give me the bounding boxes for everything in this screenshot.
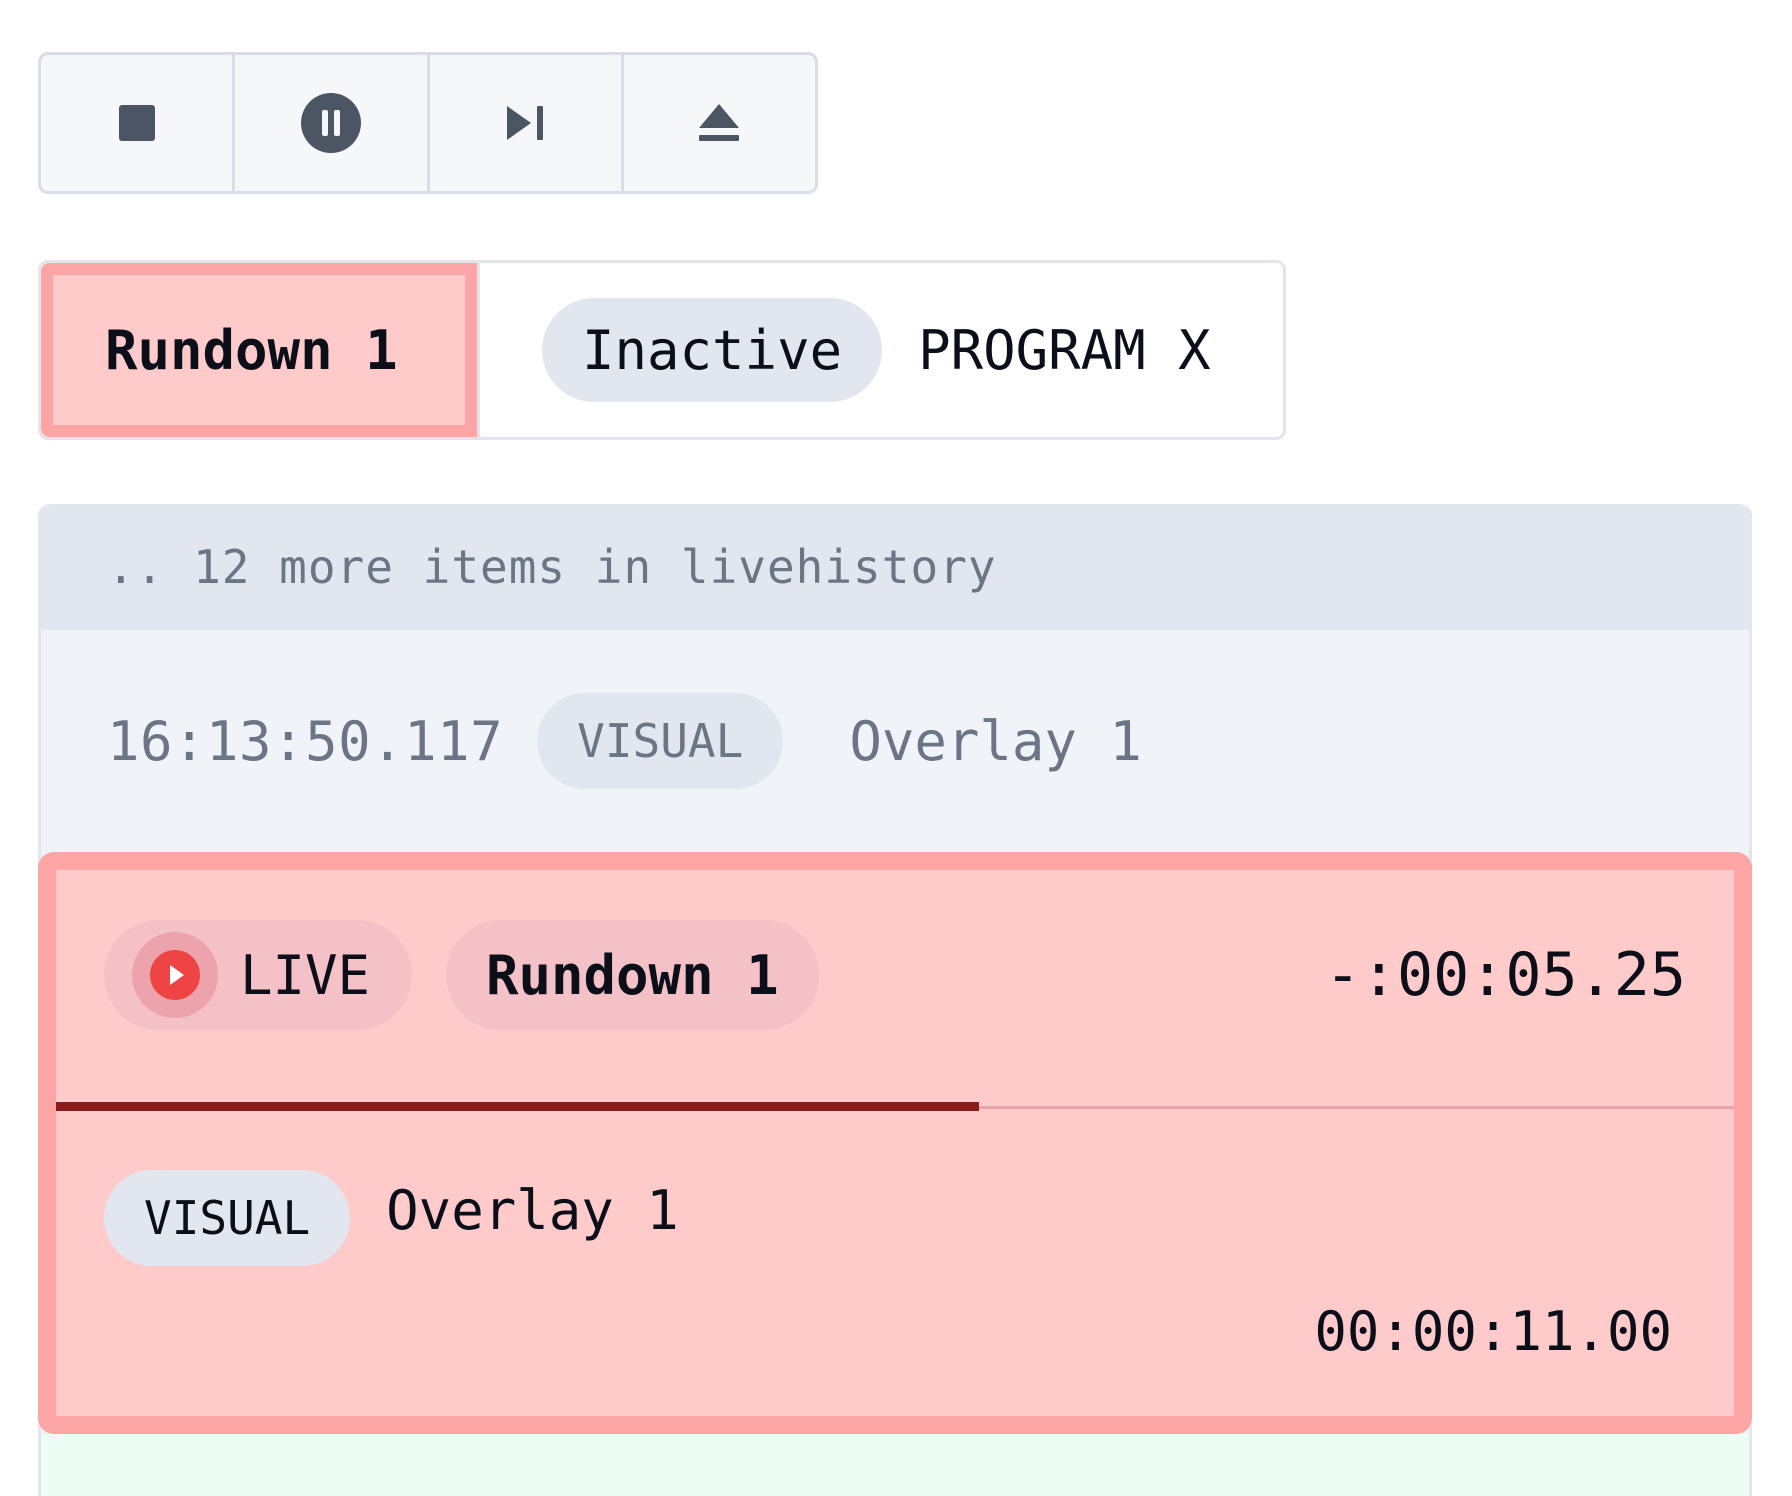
rundown-tab-bar: Rundown 1 Inactive PROGRAM X — [38, 260, 1286, 440]
live-item-card: LIVE Rundown 1 -:00:05.25 VISUAL Overlay… — [38, 852, 1752, 1434]
live-badge[interactable]: LIVE — [104, 920, 412, 1030]
countdown-timer: -:00:05.25 — [1324, 940, 1686, 1010]
history-row-tag: VISUAL — [537, 693, 784, 789]
tab-divider — [477, 263, 480, 437]
progress-track — [56, 1102, 1734, 1111]
live-item-row[interactable]: VISUAL Overlay 1 — [104, 1170, 679, 1266]
stop-icon — [118, 105, 155, 141]
stop-button[interactable] — [41, 55, 236, 191]
history-row-title: Overlay 1 — [849, 709, 1142, 773]
history-row-time: 16:13:50.117 — [107, 709, 504, 773]
live-rundown-pill[interactable]: Rundown 1 — [446, 920, 819, 1030]
live-item-title: Overlay 1 — [386, 1178, 679, 1242]
progress-fill — [56, 1102, 979, 1111]
transport-toolbar — [38, 52, 818, 194]
history-more-items[interactable]: .. 12 more items in livehistory — [41, 504, 1749, 630]
pause-button[interactable] — [235, 55, 430, 191]
live-item-duration: 00:00:11.00 — [1314, 1300, 1672, 1363]
inactive-status-pill[interactable]: Inactive — [542, 298, 883, 402]
skip-next-icon — [507, 106, 544, 140]
skip-next-button[interactable] — [430, 55, 624, 191]
live-card-header: LIVE Rundown 1 -:00:05.25 — [56, 870, 1734, 1111]
tab-rundown-1[interactable]: Rundown 1 — [41, 263, 477, 437]
live-label: LIVE — [240, 943, 371, 1007]
eject-button[interactable] — [624, 55, 815, 191]
next-item-row[interactable] — [38, 1434, 1752, 1496]
program-label: PROGRAM X — [918, 318, 1211, 382]
pause-circle-icon — [300, 93, 361, 153]
live-play-icon-ring — [132, 932, 218, 1018]
eject-icon — [699, 104, 740, 141]
history-row[interactable]: 16:13:50.117 VISUAL Overlay 1 — [41, 630, 1749, 852]
play-circle-icon — [150, 950, 200, 1000]
live-item-tag: VISUAL — [104, 1170, 351, 1266]
